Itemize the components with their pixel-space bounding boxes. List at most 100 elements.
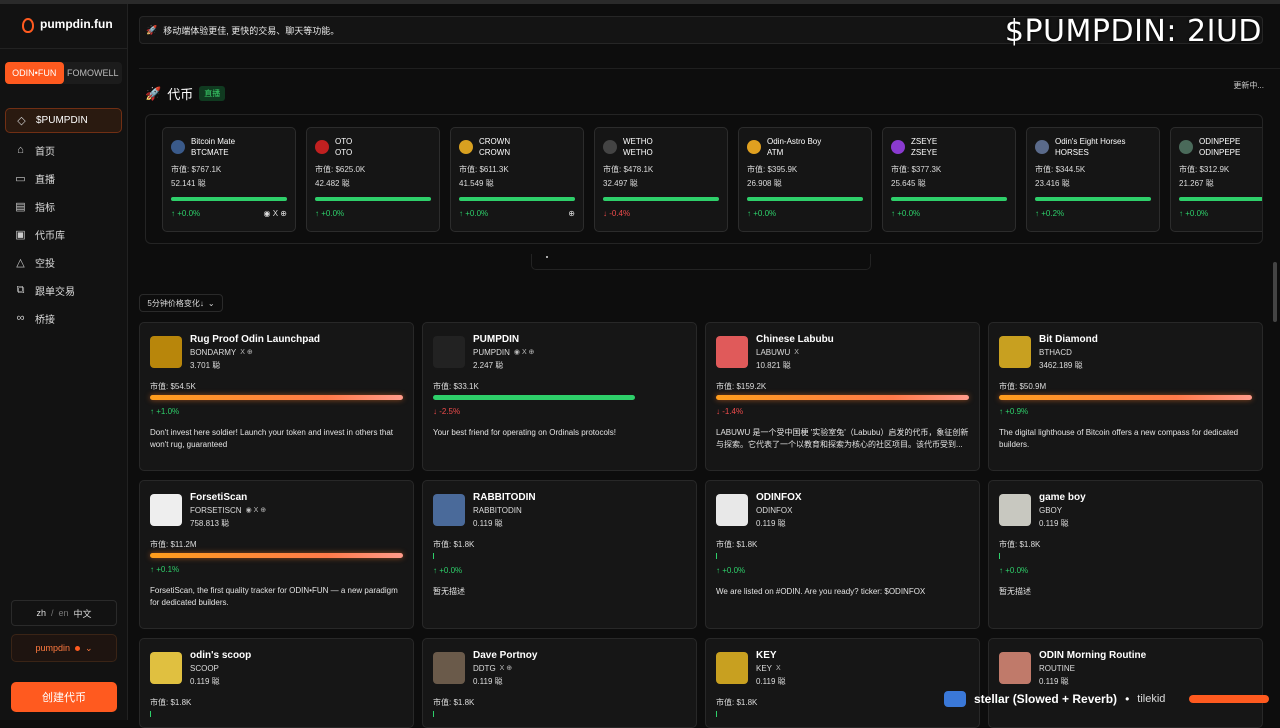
diamond-icon: ◇: [17, 115, 26, 127]
social-icons[interactable]: ⊕: [568, 209, 575, 218]
sidebar-item-label: 跟单交易: [35, 286, 75, 298]
sidebar-item-6[interactable]: ⧉ 跟单交易: [5, 276, 122, 304]
token-amount: 23.416 聪: [1035, 179, 1070, 188]
token-card[interactable]: ODIN Morning Routine ROUTINE 0.119 聪: [988, 638, 1263, 728]
token-card[interactable]: Bit Diamond BTHACD 3462.189 聪市值: $50.9M ↑ +…: [988, 322, 1263, 471]
token-name: CROWN: [479, 137, 511, 146]
token-image: [150, 652, 182, 684]
lang-en[interactable]: en: [59, 608, 69, 618]
carousel-token-card[interactable]: OTO OTO 市值: $625.0K 42.482 聪 ↑ +0.0%: [306, 127, 440, 232]
progress-bar: [716, 553, 717, 559]
social-icons[interactable]: ◉ X ⊕: [514, 346, 535, 359]
switch-fomowell[interactable]: FOMOWELL: [64, 62, 123, 84]
airdrop-icon: △: [16, 256, 25, 269]
token-header: CROWN CROWN: [459, 135, 575, 159]
token-card[interactable]: RABBITODIN RABBITODIN 0.119 聪市值: $1.8K ↑ +0…: [422, 480, 697, 629]
price-change-row: ↓ -0.4%: [603, 209, 719, 218]
social-icons[interactable]: ◉ X ⊕: [264, 209, 287, 218]
token-avatar: [1179, 140, 1193, 154]
social-icons[interactable]: X ⊕: [500, 662, 512, 675]
price-change-row: ↑ +0.0% ◉ X ⊕: [171, 209, 287, 218]
carousel-token-card[interactable]: ZSEYE ZSEYE 市值: $377.3K 25.645 聪 ↑ +0.0%: [882, 127, 1016, 232]
token-card[interactable]: game boy GBOY 0.119 聪市值: $1.8K ↑ +0.0% 暂无描述: [988, 480, 1263, 629]
token-header: ForsetiScan FORSETISCN ◉ X ⊕ 758.813 聪: [150, 491, 403, 531]
language-switcher[interactable]: zh / en 中文: [11, 600, 117, 626]
token-carousel[interactable]: Bitcoin Mate BTCMATE 市值: $767.1K 52.141 聪 ↑ …: [145, 114, 1263, 244]
token-name: ODINPEPE: [1199, 137, 1241, 146]
social-icons[interactable]: X: [794, 346, 799, 359]
token-ticker: OTO: [335, 148, 353, 157]
token-name: ZSEYE: [911, 137, 938, 146]
market-cap: 市值: $54.5K: [150, 382, 196, 391]
section-title: 代币: [167, 87, 194, 102]
market-cap: 市值: $395.9K: [747, 165, 798, 174]
token-description: ForsetiScan, the first quality tracker f…: [150, 586, 398, 607]
sidebar-item-label: 代币库: [35, 230, 65, 242]
sidebar-item-4[interactable]: ▣ 代币库: [5, 220, 122, 248]
token-names: Odin's Eight Horses HORSES: [1055, 136, 1125, 158]
price-change: ↑ +0.0%: [433, 566, 463, 575]
token-image: [999, 652, 1031, 684]
token-amount: 0.119 聪: [756, 519, 786, 528]
sidebar-item-2[interactable]: ▭ 直播: [5, 164, 122, 192]
social-icons[interactable]: X ⊕: [240, 346, 252, 359]
token-header: KEY KEY X 0.119 聪: [716, 649, 969, 689]
token-card[interactable]: Rug Proof Odin Launchpad BONDARMY X ⊕ 3.701…: [139, 322, 414, 471]
sidebar-item-3[interactable]: ▤ 指标: [5, 192, 122, 220]
carousel-token-card[interactable]: ODINPEPE ODINPEPE 市值: $312.9K 21.267 聪 ↑ +0.…: [1170, 127, 1262, 232]
sidebar-item-5[interactable]: △ 空投: [5, 248, 122, 276]
token-info: Rug Proof Odin Launchpad BONDARMY X ⊕ 3.701…: [190, 333, 320, 373]
sidebar-item-0[interactable]: ◇ $PUMPDIN: [5, 108, 122, 133]
lang-zh[interactable]: zh: [36, 608, 46, 618]
sidebar-item-label: 桥接: [35, 314, 55, 326]
token-card[interactable]: Dave Portnoy DDTG X ⊕ 0.119 聪市值: $1.8K: [422, 638, 697, 728]
carousel-scroll-handle[interactable]: [531, 254, 871, 270]
sort-dropdown[interactable]: 5分钟价格变化↓ ⌄: [139, 294, 223, 312]
sidebar-item-7[interactable]: ∞ 桥接: [5, 304, 122, 332]
token-amount: 32.497 聪: [603, 179, 638, 188]
token-image: [716, 336, 748, 368]
token-ticker: FORSETISCN: [190, 506, 242, 515]
page-scrollbar[interactable]: [1273, 262, 1277, 322]
carousel-token-card[interactable]: CROWN CROWN 市值: $611.3K 41.549 聪 ↑ +0.0% ⊕: [450, 127, 584, 232]
token-header: Chinese Labubu LABUWU X 10.821 聪: [716, 333, 969, 373]
create-token-button[interactable]: 创建代币: [11, 682, 117, 712]
token-card[interactable]: ODINFOX ODINFOX 0.119 聪市值: $1.8K ↑ +0.0% We …: [705, 480, 980, 629]
carousel-token-card[interactable]: WETHO WETHO 市值: $478.1K 32.497 聪 ↓ -0.4%: [594, 127, 728, 232]
token-ticker-row: LABUWU X: [756, 346, 834, 359]
progress-fill: [1035, 197, 1151, 201]
token-ticker: BTHACD: [1039, 348, 1072, 357]
token-ticker-row: FORSETISCN ◉ X ⊕: [190, 504, 266, 517]
token-names: OTO OTO: [335, 136, 352, 158]
price-change: ↑ +0.9%: [999, 407, 1029, 416]
app-logo[interactable]: pumpdin.fun: [20, 17, 113, 33]
live-badge: 直播: [199, 86, 226, 101]
social-icons[interactable]: X: [776, 662, 781, 675]
user-menu[interactable]: pumpdin ⌄: [11, 634, 117, 662]
token-amount: 3462.189 聪: [1039, 361, 1083, 370]
sidebar-item-label: $PUMPDIN: [36, 115, 88, 126]
library-icon: ▣: [15, 228, 26, 241]
flame-icon: [20, 17, 34, 33]
token-header: ODINFOX ODINFOX 0.119 聪: [716, 491, 969, 531]
token-card[interactable]: PUMPDIN PUMPDIN ◉ X ⊕ 2.247 聪市值: $33.1K ↓ -2…: [422, 322, 697, 471]
token-card[interactable]: ForsetiScan FORSETISCN ◉ X ⊕ 758.813 聪市值: $…: [139, 480, 414, 629]
token-ticker: DDTG: [473, 664, 496, 673]
token-card[interactable]: Chinese Labubu LABUWU X 10.821 聪市值: $159.2K…: [705, 322, 980, 471]
token-card[interactable]: odin's scoop SCOOP 0.119 聪市值: $1.8K: [139, 638, 414, 728]
token-image: [716, 652, 748, 684]
lang-current: 中文: [73, 608, 92, 619]
token-avatar: [171, 140, 185, 154]
token-ticker-row: SCOOP: [190, 662, 251, 675]
token-card[interactable]: KEY KEY X 0.119 聪市值: $1.8K: [705, 638, 980, 728]
token-header: ZSEYE ZSEYE: [891, 135, 1007, 159]
switch-odinfun[interactable]: ODIN•FUN: [5, 62, 64, 84]
token-header: Odin's Eight Horses HORSES: [1035, 135, 1151, 159]
carousel-token-card[interactable]: Bitcoin Mate BTCMATE 市值: $767.1K 52.141 聪 ↑ …: [162, 127, 296, 232]
carousel-token-card[interactable]: Odin-Astro Boy ATM 市值: $395.9K 26.908 聪 ↑ +0…: [738, 127, 872, 232]
social-icons[interactable]: ◉ X ⊕: [246, 504, 267, 517]
carousel-token-card[interactable]: Odin's Eight Horses HORSES 市值: $344.5K 23.4…: [1026, 127, 1160, 232]
progress-bar: [433, 395, 636, 400]
progress-fill: [315, 197, 431, 201]
sidebar-item-1[interactable]: ⌂ 首页: [5, 136, 122, 164]
